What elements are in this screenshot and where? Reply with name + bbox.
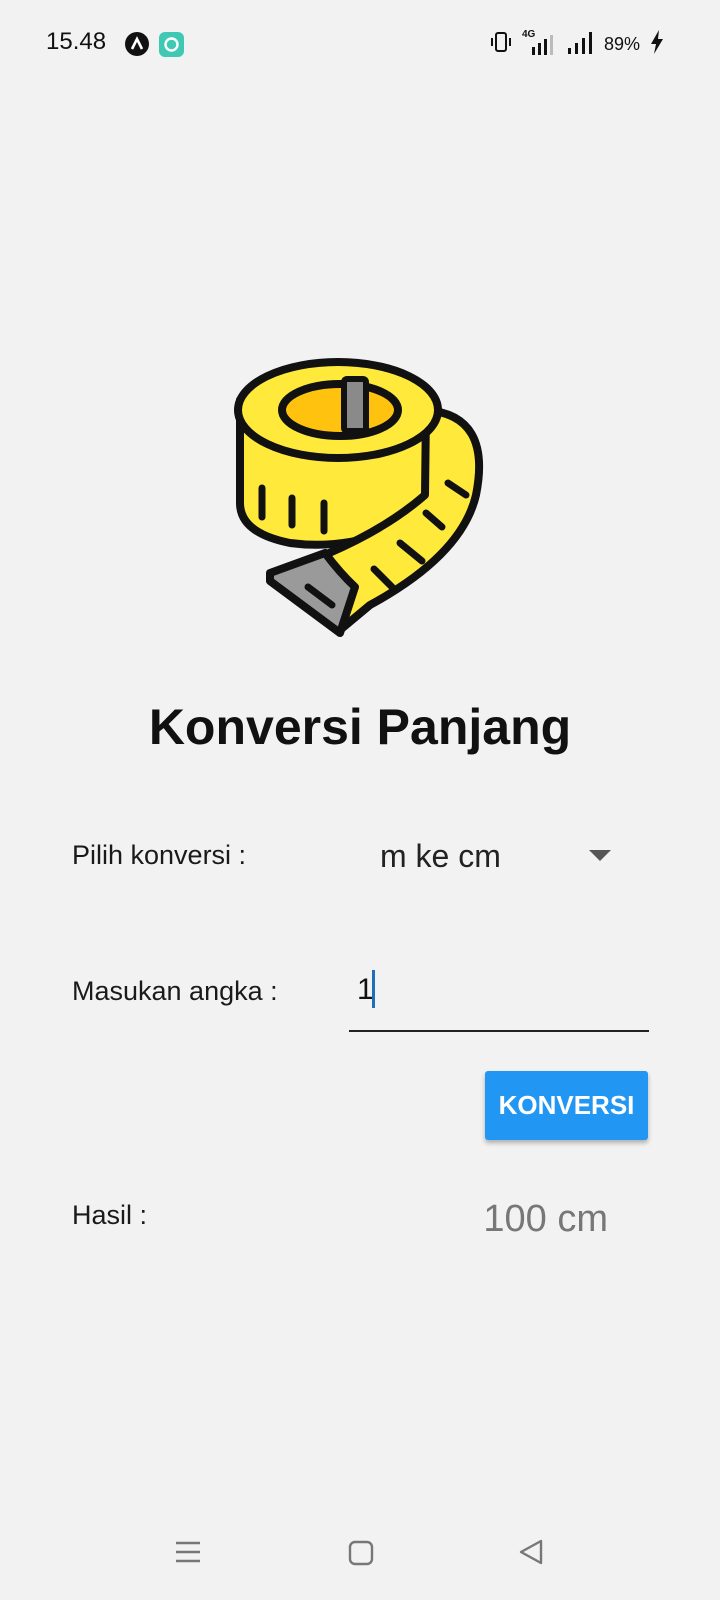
signal-4g-icon: 4G	[522, 29, 556, 57]
battery-level: 89%	[603, 33, 640, 54]
input-label: Masukan angka :	[72, 976, 278, 1006]
navigation-bar	[0, 1512, 720, 1600]
notification-chat-icon	[159, 32, 184, 57]
notification-app-icon	[125, 32, 149, 56]
signal-icon	[566, 30, 594, 59]
status-time: 15.48	[46, 28, 107, 55]
convert-button[interactable]: KONVERSI	[485, 1071, 648, 1140]
vibrate-icon	[490, 30, 512, 59]
result-value: 100 cm	[483, 1198, 608, 1240]
number-input[interactable]: 1	[349, 960, 649, 1032]
conversion-label: Pilih konversi :	[72, 840, 247, 870]
text-cursor	[372, 970, 375, 1008]
recent-apps-button[interactable]	[175, 1540, 201, 1569]
status-icons: 4G 89%	[490, 29, 664, 59]
back-button[interactable]	[518, 1538, 544, 1571]
home-button[interactable]	[348, 1540, 374, 1571]
conversion-dropdown[interactable]: m ke cm	[360, 832, 630, 882]
charging-icon	[650, 29, 664, 59]
measuring-tape-icon	[230, 355, 498, 647]
result-label: Hasil :	[72, 1200, 148, 1230]
status-bar: 15.48 4G 89%	[0, 0, 720, 88]
page-title: Konversi Panjang	[148, 699, 572, 755]
dropdown-arrow-icon	[589, 850, 611, 861]
conversion-selected-value: m ke cm	[380, 838, 501, 874]
